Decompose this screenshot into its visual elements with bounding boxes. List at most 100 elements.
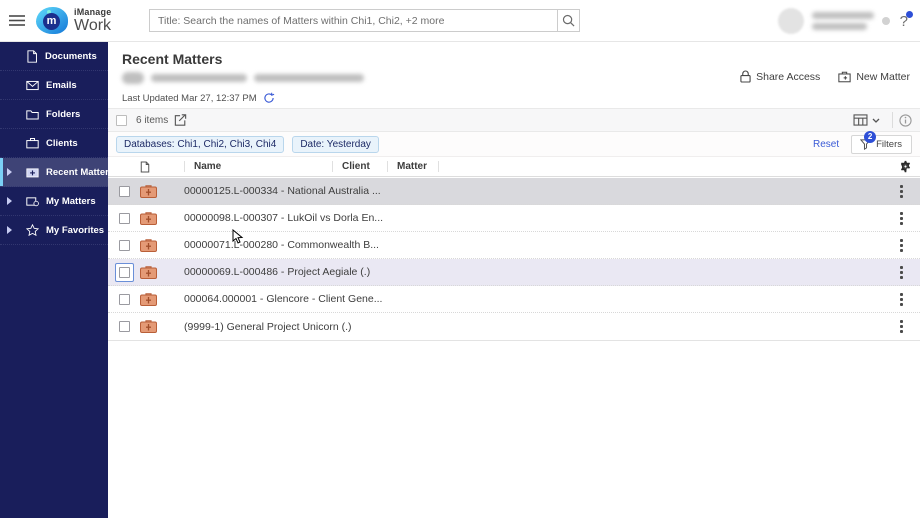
table-row[interactable]: 00000125.L-000334 - National Australia .… xyxy=(108,178,920,205)
table-view-icon xyxy=(853,114,868,126)
chevron-down-icon xyxy=(872,118,880,123)
sidebar-item-label: Clients xyxy=(46,138,78,149)
matter-name[interactable]: 00000098.L-000307 - LukOil vs Dorla En..… xyxy=(184,212,383,224)
sidebar-item-label: Recent Matters xyxy=(46,167,114,178)
share-access-button[interactable]: Share Access xyxy=(740,70,820,83)
matter-icon xyxy=(140,320,157,333)
column-settings-gear-icon[interactable] xyxy=(899,160,912,173)
doc-type-column-icon[interactable] xyxy=(140,161,150,173)
sidebar-item-my-matters[interactable]: My Matters xyxy=(0,187,108,216)
info-icon[interactable] xyxy=(899,114,912,127)
sidebar-item-label: Folders xyxy=(46,109,80,120)
row-checkbox[interactable] xyxy=(119,294,130,305)
row-menu-kebab-icon[interactable] xyxy=(897,182,906,201)
list-toolbar: 6 items xyxy=(108,108,920,132)
product-name: Work xyxy=(74,18,111,34)
column-separator xyxy=(387,161,388,172)
column-separator xyxy=(332,161,333,172)
matter-name[interactable]: 00000071.L-000280 - Commonwealth B... xyxy=(184,239,379,251)
table-row[interactable]: 00000098.L-000307 - LukOil vs Dorla En..… xyxy=(108,205,920,232)
search-input[interactable] xyxy=(149,9,557,32)
sidebar-item-my-favorites[interactable]: My Favorites xyxy=(0,216,108,245)
matter-name[interactable]: 00000069.L-000486 - Project Aegiale (.) xyxy=(184,266,370,278)
lock-icon xyxy=(740,70,751,83)
sidebar: Documents Emails Folders Clients Recent … xyxy=(0,42,108,518)
row-checkbox[interactable] xyxy=(119,240,130,251)
star-icon xyxy=(26,224,39,236)
table-row[interactable]: 00000071.L-000280 - Commonwealth B... xyxy=(108,232,920,259)
items-count: 6 items xyxy=(136,115,168,126)
column-header-client[interactable]: Client xyxy=(342,161,370,172)
row-menu-kebab-icon[interactable] xyxy=(897,236,906,255)
matter-name[interactable]: 00000125.L-000334 - National Australia .… xyxy=(184,185,381,197)
main-content: Recent Matters Last Updated Mar 27, 12:3… xyxy=(108,42,920,518)
matter-name[interactable]: (9999-1) General Project Unicorn (.) xyxy=(184,321,351,333)
matter-icon xyxy=(140,266,157,279)
brand-name: iManage xyxy=(74,8,111,17)
avatar[interactable] xyxy=(778,8,804,34)
row-menu-kebab-icon[interactable] xyxy=(897,290,906,309)
refresh-icon[interactable] xyxy=(263,92,275,104)
folder-icon xyxy=(26,109,39,120)
sidebar-item-label: Emails xyxy=(46,80,77,91)
sidebar-item-clients[interactable]: Clients xyxy=(0,129,108,158)
sidebar-item-label: My Favorites xyxy=(46,225,104,236)
sidebar-item-documents[interactable]: Documents xyxy=(0,42,108,71)
row-checkbox[interactable] xyxy=(119,186,130,197)
new-matter-button[interactable]: New Matter xyxy=(838,71,910,83)
table-row[interactable]: (9999-1) General Project Unicorn (.) xyxy=(108,313,920,340)
checkbox-focus-ring xyxy=(115,263,134,282)
filters-label: Filters xyxy=(876,139,902,150)
sidebar-item-label: Documents xyxy=(45,51,97,62)
imanage-logo-icon: m xyxy=(36,7,68,34)
global-search xyxy=(149,9,580,32)
filters-count-badge: 2 xyxy=(864,131,876,143)
hamburger-menu-icon[interactable] xyxy=(0,14,34,27)
table-row[interactable]: 000064.000001 - Glencore - Client Gene..… xyxy=(108,286,920,313)
reset-filters-link[interactable]: Reset xyxy=(813,139,839,150)
row-checkbox[interactable] xyxy=(119,213,130,224)
row-checkbox[interactable] xyxy=(119,321,130,332)
my-matters-icon xyxy=(26,196,39,207)
filter-chip-databases[interactable]: Databases: Chi1, Chi2, Chi3, Chi4 xyxy=(116,136,284,153)
column-header-matter[interactable]: Matter xyxy=(397,161,427,172)
imanage-work-logo: m iManage Work xyxy=(36,7,141,34)
select-all-checkbox[interactable] xyxy=(116,115,127,126)
expand-caret-icon[interactable] xyxy=(7,226,12,234)
filter-chip-date[interactable]: Date: Yesterday xyxy=(292,136,379,153)
column-header-name[interactable]: Name xyxy=(194,161,221,172)
view-toggle-button[interactable] xyxy=(847,112,886,128)
matter-icon xyxy=(140,185,157,198)
row-menu-kebab-icon[interactable] xyxy=(897,209,906,228)
redacted-username xyxy=(812,12,874,30)
export-icon[interactable] xyxy=(174,114,187,126)
expand-caret-icon[interactable] xyxy=(7,168,12,176)
help-button[interactable]: ? xyxy=(898,13,914,30)
new-matter-icon xyxy=(838,71,851,83)
matter-icon xyxy=(140,293,157,306)
table-header: Name Client Matter xyxy=(108,157,920,177)
page-title: Recent Matters xyxy=(122,51,222,67)
filters-button[interactable]: 2 Filters xyxy=(851,135,912,154)
sidebar-item-emails[interactable]: Emails xyxy=(0,71,108,100)
new-matter-label: New Matter xyxy=(856,71,910,83)
column-separator xyxy=(184,161,185,172)
matter-name[interactable]: 000064.000001 - Glencore - Client Gene..… xyxy=(184,293,382,305)
briefcase-icon xyxy=(26,137,39,149)
row-menu-kebab-icon[interactable] xyxy=(897,263,906,282)
logo-letter: m xyxy=(43,13,60,30)
row-checkbox[interactable] xyxy=(119,267,130,278)
search-button[interactable] xyxy=(557,9,580,32)
sidebar-item-label: My Matters xyxy=(46,196,96,207)
row-menu-kebab-icon[interactable] xyxy=(897,317,906,336)
expand-caret-icon[interactable] xyxy=(7,197,12,205)
toolbar-divider xyxy=(892,112,893,128)
topbar: m iManage Work ? xyxy=(0,0,920,42)
email-icon xyxy=(26,80,39,91)
table-row[interactable]: 00000069.L-000486 - Project Aegiale (.) xyxy=(108,259,920,286)
matters-table: 00000125.L-000334 - National Australia .… xyxy=(108,178,920,341)
column-separator xyxy=(438,161,439,172)
notification-dot xyxy=(906,11,913,18)
sidebar-item-recent-matters[interactable]: Recent Matters xyxy=(0,158,108,187)
sidebar-item-folders[interactable]: Folders xyxy=(0,100,108,129)
